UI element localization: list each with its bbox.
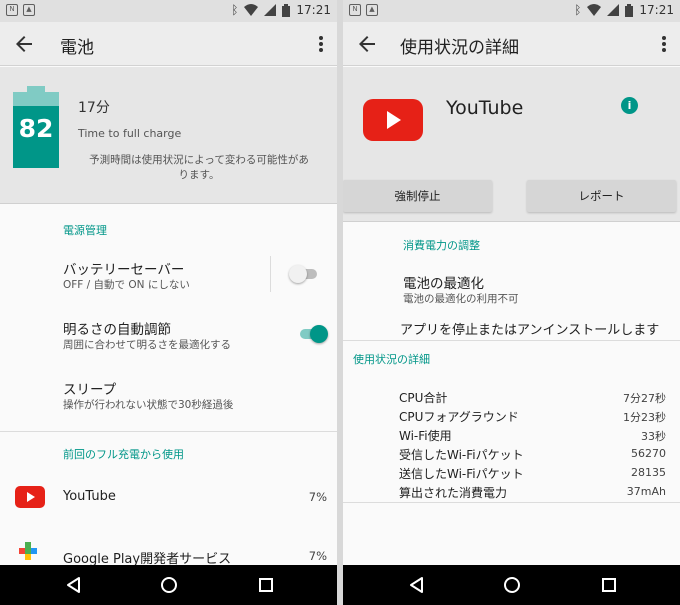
force-stop-button[interactable]: 強制停止 xyxy=(343,180,492,212)
battery-percentage: 82 xyxy=(18,114,54,143)
more-options-icon[interactable] xyxy=(313,32,329,56)
battery-saver-subtitle: OFF / 自動で ON にしない xyxy=(63,279,190,291)
section-usage-detail: 使用状況の詳細 xyxy=(353,353,430,366)
stat-label: 受信したWi-Fiパケット xyxy=(399,448,524,462)
section-usage-since-charge: 前回のフル充電から使用 xyxy=(63,448,184,461)
battery-summary: 82 17分 Time to full charge 予測時間は使用状況によって… xyxy=(0,67,337,204)
app-name: YouTube xyxy=(446,97,524,119)
report-button[interactable]: レポート xyxy=(527,180,676,212)
app-percent: 7% xyxy=(308,549,327,563)
stop-or-uninstall-row[interactable]: アプリを停止またはアンインストールします xyxy=(400,319,659,338)
charge-note: 予測時間は使用状況によって変わる可能性があります。 xyxy=(89,154,309,181)
battery-saver-title: バッテリーセーバー xyxy=(63,262,185,278)
notification-icon: N xyxy=(6,4,18,16)
charge-label: Time to full charge xyxy=(78,127,182,140)
page-title: 使用状況の詳細 xyxy=(400,38,519,58)
divider xyxy=(0,431,337,432)
battery-saver-toggle[interactable] xyxy=(289,264,319,284)
stat-label: Wi-Fi使用 xyxy=(399,429,452,443)
app-name: YouTube xyxy=(63,489,116,504)
youtube-icon xyxy=(15,486,45,508)
image-notification-icon: ▲ xyxy=(366,4,378,16)
battery-screen: N ▲ ᛒ 17:21 電池 82 17分 Time to full charg… xyxy=(0,0,337,605)
youtube-icon xyxy=(363,99,423,141)
battery-level-icon: 82 xyxy=(13,86,59,168)
info-icon[interactable]: i xyxy=(621,97,638,114)
stat-label: CPU合計 xyxy=(399,391,448,405)
app-percent: 7% xyxy=(308,490,327,504)
bluetooth-icon: ᛒ xyxy=(231,3,239,17)
nav-home-icon[interactable] xyxy=(502,575,522,595)
wifi-icon xyxy=(587,4,602,16)
section-power-management: 電源管理 xyxy=(63,224,107,237)
clock: 17:21 xyxy=(296,3,331,17)
stat-value: 33秒 xyxy=(641,430,666,443)
signal-icon xyxy=(264,4,277,16)
sleep-title: スリープ xyxy=(63,382,117,398)
notification-icon: N xyxy=(349,4,361,16)
sleep-subtitle: 操作が行われない状態で30秒経過後 xyxy=(63,399,234,411)
stat-value: 1分23秒 xyxy=(623,411,666,424)
status-bar: N ▲ ᛒ 17:21 xyxy=(0,0,337,22)
section-power-adjust: 消費電力の調整 xyxy=(403,239,480,252)
stat-value: 37mAh xyxy=(626,485,666,498)
nav-home-icon[interactable] xyxy=(159,575,179,595)
stat-value: 7分27秒 xyxy=(623,392,666,405)
image-notification-icon: ▲ xyxy=(23,4,35,16)
stat-value: 56270 xyxy=(631,447,666,460)
usage-detail-screen: N ▲ ᛒ 17:21 使用状況の詳細 YouTube i 強制停止 レポート … xyxy=(343,0,680,605)
battery-optimization-title: 電池の最適化 xyxy=(403,276,484,292)
nav-recents-icon[interactable] xyxy=(256,575,276,595)
page-title: 電池 xyxy=(60,38,94,58)
google-play-services-icon xyxy=(19,542,37,560)
back-arrow-icon[interactable] xyxy=(355,32,379,56)
stat-value: 28135 xyxy=(631,466,666,479)
nav-recents-icon[interactable] xyxy=(599,575,619,595)
status-bar: N ▲ ᛒ 17:21 xyxy=(343,0,680,22)
adaptive-brightness-subtitle: 周囲に合わせて明るさを最適化する xyxy=(63,339,231,351)
navigation-bar xyxy=(343,565,680,605)
battery-status-icon xyxy=(282,3,291,17)
divider xyxy=(343,340,680,341)
bluetooth-icon: ᛒ xyxy=(574,3,582,17)
nav-back-icon[interactable] xyxy=(64,575,84,595)
more-options-icon[interactable] xyxy=(656,32,672,56)
clock: 17:21 xyxy=(639,3,674,17)
battery-optimization-subtitle: 電池の最適化の利用不可 xyxy=(403,293,519,305)
navigation-bar xyxy=(0,565,337,605)
stat-label: CPUフォアグラウンド xyxy=(399,410,519,424)
stat-label: 算出された消費電力 xyxy=(399,486,508,500)
app-header: YouTube i xyxy=(343,67,680,180)
nav-back-icon[interactable] xyxy=(407,575,427,595)
app-bar: 電池 xyxy=(0,22,337,66)
divider xyxy=(343,502,680,503)
back-arrow-icon[interactable] xyxy=(12,32,36,56)
app-bar: 使用状況の詳細 xyxy=(343,22,680,66)
wifi-icon xyxy=(244,4,259,16)
charge-time: 17分 xyxy=(78,100,110,116)
adaptive-brightness-title: 明るさの自動調節 xyxy=(63,322,171,338)
signal-icon xyxy=(607,4,620,16)
row-separator xyxy=(270,256,271,292)
stat-label: 送信したWi-Fiパケット xyxy=(399,467,524,481)
battery-status-icon xyxy=(625,3,634,17)
adaptive-brightness-toggle[interactable] xyxy=(298,324,328,344)
